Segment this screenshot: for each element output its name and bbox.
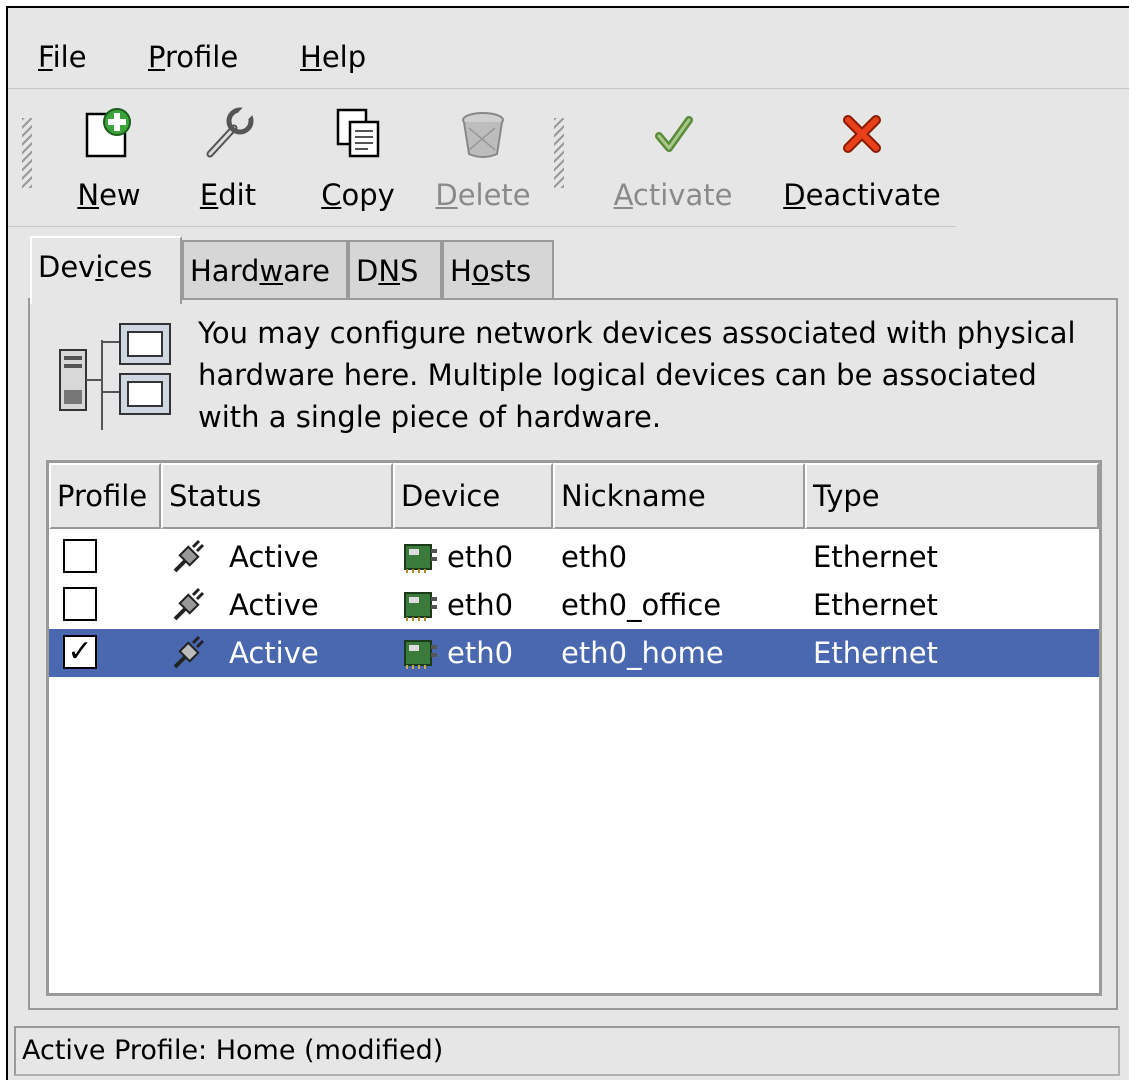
nickname-cell: eth0_home — [561, 636, 724, 670]
tab-dns[interactable]: DNS — [348, 240, 442, 300]
toolbar: New Edit Copy Delete Activate Deactivate — [8, 90, 956, 227]
network-configuration-window: File Profile Help New Edit Copy Delete A… — [6, 6, 1129, 1080]
red-x-icon — [843, 115, 881, 153]
table-header: Profile Status Device Nickname Type — [49, 463, 1099, 529]
network-card-icon — [404, 544, 437, 573]
new-button[interactable]: New — [64, 90, 154, 220]
devices-description: You may configure network devices associ… — [198, 316, 1076, 434]
device-cell: eth0 — [447, 636, 514, 670]
menu-file[interactable]: File — [38, 40, 87, 74]
network-devices-icon — [59, 323, 171, 430]
profile-checkbox[interactable] — [63, 539, 97, 573]
device-cell: eth0 — [447, 540, 514, 574]
column-header-profile[interactable]: Profile — [49, 463, 161, 529]
network-plug-icon — [173, 635, 205, 669]
type-cell: Ethernet — [813, 588, 938, 622]
menu-profile[interactable]: Profile — [148, 40, 238, 74]
status-cell: Active — [229, 636, 319, 670]
tab-devices[interactable]: Devices — [30, 236, 182, 304]
table-row[interactable]: Active eth0 eth0 Ethernet — [49, 533, 1099, 581]
profile-checkbox-checked[interactable]: ✓ — [63, 635, 97, 669]
tab-hardware[interactable]: Hardware — [182, 240, 348, 300]
copy-icon — [336, 108, 380, 158]
column-header-device[interactable]: Device — [393, 463, 553, 529]
edit-button[interactable]: Edit — [188, 90, 268, 220]
delete-button[interactable]: Delete — [428, 90, 538, 220]
toolbar-separator-grip — [554, 118, 564, 188]
tab-hosts[interactable]: Hosts — [442, 240, 554, 300]
activate-button[interactable]: Activate — [598, 90, 748, 220]
new-label: New — [77, 178, 141, 212]
copy-label: Copy — [321, 178, 395, 212]
network-plug-icon — [173, 587, 205, 621]
delete-label: Delete — [435, 178, 531, 212]
table-row-selected[interactable]: ✓ Active eth0 eth0_home Ethernet — [49, 629, 1099, 677]
devices-table: Profile Status Device Nickname Type Acti… — [46, 460, 1102, 996]
nickname-cell: eth0_office — [561, 588, 722, 622]
column-header-nickname[interactable]: Nickname — [553, 463, 805, 529]
device-cell: eth0 — [447, 588, 514, 622]
checkmark-icon — [655, 116, 693, 152]
activate-label: Activate — [613, 178, 733, 212]
profile-checkbox[interactable] — [63, 587, 97, 621]
type-cell: Ethernet — [813, 636, 938, 670]
menu-bar: File Profile Help — [8, 8, 1129, 89]
network-card-icon — [404, 640, 437, 669]
toolbar-grip-handle[interactable] — [22, 118, 32, 188]
table-row[interactable]: Active eth0 eth0_office Ethernet — [49, 581, 1099, 629]
menu-help[interactable]: Help — [300, 40, 366, 74]
status-bar: Active Profile: Home (modified) — [14, 1026, 1120, 1076]
network-card-icon — [404, 592, 437, 621]
edit-label: Edit — [199, 178, 257, 212]
type-cell: Ethernet — [813, 540, 938, 574]
deactivate-label: Deactivate — [783, 178, 941, 212]
column-header-status[interactable]: Status — [161, 463, 393, 529]
status-cell: Active — [229, 588, 319, 622]
copy-button[interactable]: Copy — [308, 90, 408, 220]
deactivate-button[interactable]: Deactivate — [772, 90, 952, 220]
devices-tab-panel: You may configure network devices associ… — [28, 298, 1118, 1010]
trash-icon — [462, 112, 504, 158]
status-cell: Active — [229, 540, 319, 574]
edit-wrench-icon — [206, 106, 254, 158]
new-icon — [85, 108, 131, 158]
network-plug-icon — [173, 539, 205, 573]
column-header-type[interactable]: Type — [805, 463, 1099, 529]
nickname-cell: eth0 — [561, 540, 628, 574]
